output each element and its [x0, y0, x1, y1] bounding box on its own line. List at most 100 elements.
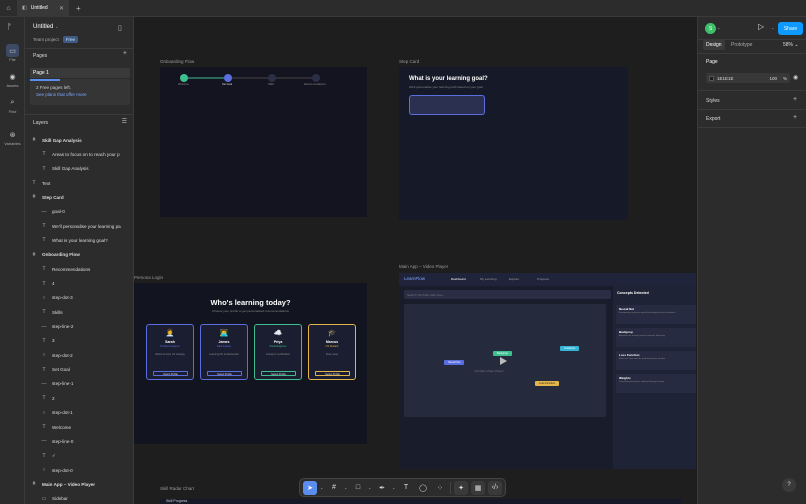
layer-item[interactable]: T2: [41, 393, 54, 403]
text-tool-icon[interactable]: T: [399, 481, 413, 495]
nav-item[interactable]: Dashboard: [451, 277, 466, 281]
layer-item[interactable]: ○ step-dot-0: [41, 465, 72, 475]
design-mode-icon[interactable]: ▦: [471, 480, 485, 495]
frame-label-radar[interactable]: Skill Radar Chart: [160, 486, 194, 491]
layer-item[interactable]: ▭ Sidebar: [41, 494, 68, 504]
layer-item[interactable]: T ✓: [41, 451, 55, 461]
frame-label-step-card[interactable]: Step Card: [399, 59, 419, 64]
draw-mode-icon[interactable]: ✦: [454, 480, 468, 495]
frame-tool-icon[interactable]: #: [327, 481, 341, 495]
help-button[interactable]: ?: [782, 478, 796, 492]
nav-item[interactable]: My Learning: [480, 277, 497, 281]
select-profile-button[interactable]: Select Profile: [261, 371, 296, 376]
home-icon[interactable]: ⌂: [0, 0, 17, 17]
concept-node[interactable]: Gradients: [560, 346, 580, 351]
layer-item[interactable]: — goal-0: [41, 207, 65, 217]
file-tab[interactable]: ◧ Untitled ✕: [17, 0, 69, 17]
shape-tool-icon[interactable]: □: [351, 481, 365, 495]
goal-option[interactable]: [409, 95, 485, 115]
color-swatch[interactable]: [709, 75, 714, 81]
avatar-chevron-icon[interactable]: ⌄: [717, 25, 720, 30]
video-player[interactable]: YouTube Video Player Neural Net Backprop…: [404, 304, 606, 417]
pen-tool-icon[interactable]: ✒: [375, 481, 389, 495]
layer-item[interactable]: # Step Card: [31, 192, 64, 202]
pen-chevron-icon[interactable]: ⌄: [392, 485, 396, 490]
move-chevron-icon[interactable]: ⌄: [320, 485, 324, 490]
select-profile-button[interactable]: Select Profile: [153, 371, 188, 376]
layer-item[interactable]: T Areas to focus on to reach your p: [41, 149, 119, 159]
concept-item[interactable]: Neural Net A computing system inspired by…: [616, 305, 696, 324]
frame-label-persona[interactable]: Persona Login: [134, 275, 163, 280]
persona-card[interactable]: 🎓 Marcus CS Student Exam prep Select Profile: [308, 324, 356, 380]
step-card-frame[interactable]: What is your learning goal? We'll person…: [399, 67, 628, 220]
zoom-select[interactable]: 58% ⌄: [783, 40, 799, 50]
page-color-value[interactable]: 1E1E1E: [717, 76, 734, 81]
nav-item[interactable]: Explore: [509, 277, 519, 281]
layer-item[interactable]: T Welcome: [41, 422, 71, 432]
move-tool-icon[interactable]: ➤: [303, 480, 317, 495]
rail-find[interactable]: ⌕ Find: [2, 96, 23, 115]
frame-label-main-app[interactable]: Main App – Video Player: [399, 264, 448, 269]
dev-mode-icon[interactable]: ‹/›: [488, 480, 502, 495]
page-item-1[interactable]: Page 1: [30, 68, 130, 78]
rail-assets[interactable]: ◉ Assets: [2, 70, 23, 89]
layer-item[interactable]: T Skill Gap Analysis: [41, 164, 88, 174]
layer-item[interactable]: # Onboarding Flow: [31, 250, 80, 260]
see-plans-link[interactable]: See plans that offer more: [36, 92, 124, 97]
frame-label-onboarding[interactable]: Onboarding Flow: [160, 59, 194, 64]
select-profile-button[interactable]: Select Profile: [207, 371, 242, 376]
play-icon[interactable]: [500, 357, 507, 365]
nav-item[interactable]: Progress: [537, 277, 549, 281]
layer-item[interactable]: — step-line-1: [41, 379, 74, 389]
add-page-icon[interactable]: +: [123, 50, 127, 57]
layer-item[interactable]: T Text: [31, 178, 50, 188]
collapse-layers-icon[interactable]: ☰: [122, 118, 127, 125]
tab-prototype[interactable]: Prototype: [731, 40, 752, 50]
present-icon[interactable]: ▷: [758, 22, 764, 31]
page-opacity-value[interactable]: 100: [769, 76, 777, 81]
layer-item[interactable]: T4: [41, 279, 54, 289]
persona-card[interactable]: 👩‍💼 Sarah Product Designer Wants to learn U…: [146, 324, 194, 380]
persona-card[interactable]: ☁️ Priya Cloud Engineer Going for certifica…: [254, 324, 302, 380]
concept-node[interactable]: Backprop: [493, 351, 512, 356]
layer-item[interactable]: T Set Goal: [41, 365, 69, 375]
url-search-input[interactable]: Search YouTube URL here...: [404, 290, 611, 299]
concept-item[interactable]: Weights Learnable parameters adjusted dur…: [616, 374, 696, 393]
close-tab-icon[interactable]: ✕: [59, 5, 64, 12]
layer-item[interactable]: T Skills: [41, 307, 62, 317]
main-menu-icon[interactable]: ᚠ: [7, 22, 12, 31]
layer-item[interactable]: T We'll personalise your learning pa: [41, 221, 120, 231]
layer-item[interactable]: T Recommendations: [41, 264, 90, 274]
present-chevron-icon[interactable]: ⌄: [771, 25, 774, 30]
frame-chevron-icon[interactable]: ⌄: [344, 485, 348, 490]
concept-node[interactable]: Loss Function: [535, 381, 560, 386]
radar-frame[interactable]: Skill Progress: [160, 499, 681, 504]
comment-tool-icon[interactable]: ◯: [416, 481, 430, 495]
layer-item[interactable]: — step-line-2: [41, 322, 74, 332]
layer-item[interactable]: # Main App – Video Player: [31, 479, 96, 489]
page-fill-field[interactable]: 1E1E1E 100 %: [706, 73, 790, 83]
eye-icon[interactable]: ◉: [793, 74, 798, 81]
select-profile-button[interactable]: Select Profile: [315, 371, 350, 376]
sidebar-toggle-icon[interactable]: ▯: [118, 24, 122, 32]
layer-item[interactable]: — step-line-0: [41, 436, 74, 446]
layer-item[interactable]: ○ step-dot-3: [41, 293, 72, 303]
layer-item[interactable]: ○ step-dot-2: [41, 350, 72, 360]
persona-frame[interactable]: Who's learning today? Choose your profil…: [134, 283, 367, 444]
share-button[interactable]: Share: [778, 22, 803, 35]
concept-node[interactable]: Neural Net: [444, 360, 465, 365]
shape-chevron-icon[interactable]: ⌄: [368, 485, 372, 490]
rail-variables[interactable]: ⊛ Variables: [2, 128, 23, 147]
new-tab-button[interactable]: +: [76, 4, 81, 13]
layer-item[interactable]: ○ step-dot-1: [41, 408, 72, 418]
concept-item[interactable]: Loss Function Measures how well the model…: [616, 351, 696, 370]
tab-design[interactable]: Design: [703, 40, 725, 50]
onboarding-frame[interactable]: Welcome Set Goal Skills Recommendations: [160, 67, 367, 217]
concept-item[interactable]: Backprop Algorithm for training neural ne…: [616, 328, 696, 347]
avatar[interactable]: S: [705, 23, 716, 34]
rail-file[interactable]: ▭ File: [2, 44, 23, 62]
add-style-icon[interactable]: +: [793, 96, 797, 103]
actions-tool-icon[interactable]: ⁘: [433, 481, 447, 495]
project-title[interactable]: Untitled ⌄: [33, 24, 58, 30]
main-app-frame[interactable]: LearnFlow Dashboard My Learning Explore …: [399, 273, 696, 469]
